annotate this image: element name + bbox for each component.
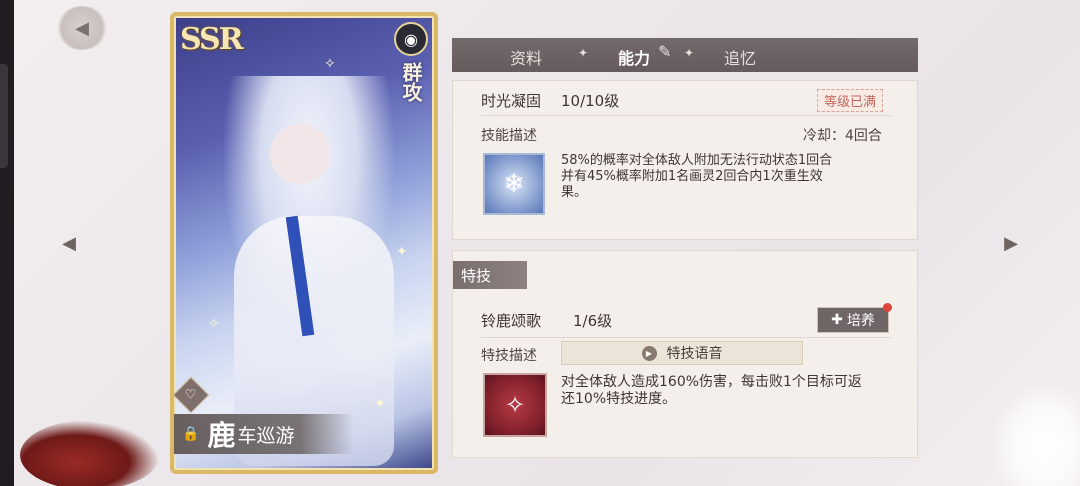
chevron-right-icon: ▶ [1004,232,1018,254]
chevron-left-icon: ◀ [62,232,76,254]
tab-bar: 资料 ✦ 能力 ✎ ✦ 追忆 [452,38,918,72]
skill-description: 58%的概率对全体敌人附加无法行动状态1回合 并有45%概率附加1名画灵2回合内… [561,153,832,201]
attack-type-label: 群攻 [399,62,423,102]
back-arrow-icon: ◀ [75,17,89,39]
tab-separator: ✦ [684,46,695,60]
plus-icon: ✚ [831,312,843,328]
technique-description: 对全体敌人造成160%伤害，每击败1个目标可返 还10%特技进度。 [561,374,862,408]
petal-decoration [990,380,1080,486]
tab-profile[interactable]: 资料 [510,45,542,69]
aperture-icon: ◉ [394,22,428,56]
sparkle-icon: ✦ [396,244,408,260]
character-card[interactable]: ✦ ✧ ✦ ✧ SSR ◉ 群攻 ♡ 🔒 鹿 车巡游 [170,12,438,474]
sparkle-icon: ✦ [374,396,386,412]
skill-level: 10/10级 [561,92,620,110]
technique-voice-label: 特技语音 [666,346,723,362]
sparkle-icon: ✧ [324,56,336,72]
sparkle-icon: ✧ [208,316,220,332]
train-label: 培养 [846,313,875,329]
technique-desc-line: 对全体敌人造成160%伤害，每击败1个目标可返 [561,374,862,390]
rose-decoration [20,420,160,486]
divider [481,115,891,116]
back-button[interactable]: ◀ [56,6,108,50]
quill-icon: ✎ [658,42,672,61]
notification-dot [883,303,892,312]
favorite-button[interactable]: ♡ [174,376,210,414]
technique-frame-icon: ✧ [483,373,547,437]
skill-panel: 时光凝固 10/10级 等级已满 技能描述 冷却：4回合 ❄ 58%的概率对全体… [452,80,918,240]
technique-panel: 特技 铃鹿颂歌 1/6级 ✚ 培养 特技描述 ▶ 特技语音 ✧ 对全体敌人造成16… [452,250,918,458]
tab-separator: ✦ [578,46,589,60]
left-edge-tab [0,64,8,168]
skill-desc-line: 果。 [561,185,588,200]
rarity-badge: SSR [180,22,244,57]
skill-name: 时光凝固 [481,92,542,110]
next-card-arrow[interactable]: ▶ [996,228,1026,258]
skill-desc-label: 技能描述 [481,128,537,144]
technique-name: 铃鹿颂歌 [481,312,542,330]
heart-icon: ♡ [185,387,197,403]
tab-memories[interactable]: 追忆 [724,45,756,69]
card-name-rest: 车巡游 [237,424,295,447]
divider [481,337,891,338]
skill-cooldown: 冷却：4回合 [803,128,882,144]
train-button[interactable]: ✚ 培养 [817,307,889,333]
play-icon: ▶ [641,345,657,361]
skill-desc-line: 并有45%概率附加1名画灵2回合内1次重生效 [561,169,823,184]
prev-card-arrow[interactable]: ◀ [54,228,84,258]
left-edge-strip [0,0,14,486]
crystal-skill-icon: ❄ [483,153,545,215]
technique-header: 特技 [453,261,527,289]
technique-voice-button[interactable]: ▶ 特技语音 [561,341,803,365]
card-name-initial: 鹿 [207,419,236,452]
technique-desc-label: 特技描述 [481,348,537,364]
character-face [270,124,330,184]
technique-desc-line: 还10%特技进度。 [561,391,677,407]
max-level-badge: 等级已满 [817,89,884,112]
technique-level: 1/6级 [573,312,613,330]
skill-desc-line: 58%的概率对全体敌人附加无法行动状态1回合 [561,153,833,168]
name-plate: 🔒 鹿 车巡游 [174,414,354,454]
lock-icon[interactable]: 🔒 [182,426,199,442]
tab-ability[interactable]: 能力 [618,45,650,69]
